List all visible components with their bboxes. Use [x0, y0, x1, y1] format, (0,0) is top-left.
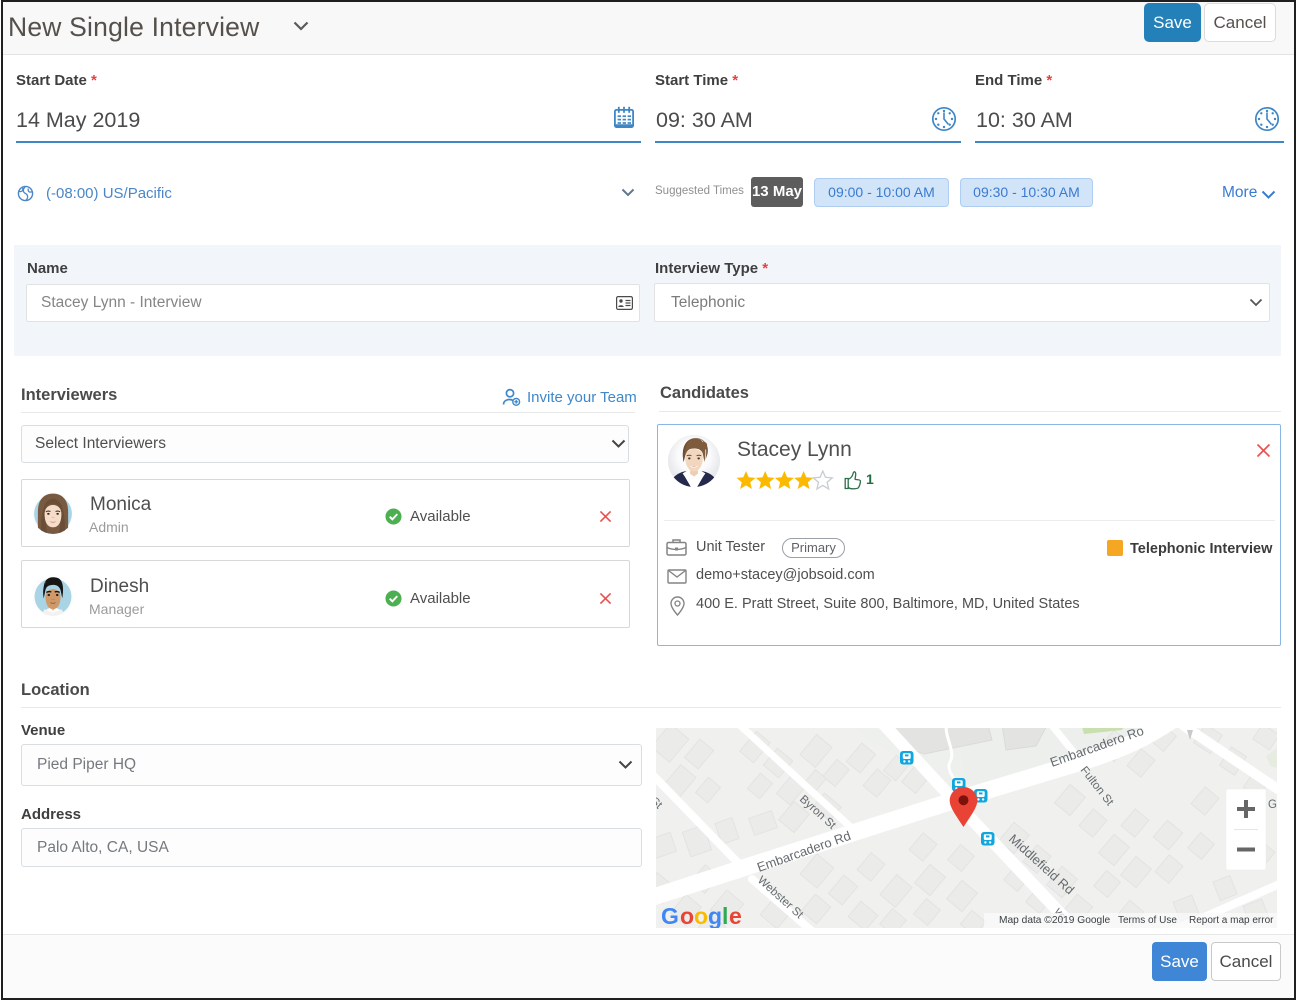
svg-text:o: o: [694, 903, 708, 928]
svg-text:o: o: [680, 903, 694, 928]
svg-text:e: e: [729, 903, 742, 928]
svg-text:G: G: [661, 903, 679, 928]
svg-text:Map data ©2019 Google: Map data ©2019 Google: [999, 915, 1110, 926]
svg-text:g: g: [708, 903, 722, 928]
svg-text:l: l: [722, 903, 728, 928]
svg-text:Terms of Use: Terms of Use: [1118, 915, 1177, 926]
svg-text:Report a map error: Report a map error: [1189, 915, 1274, 926]
svg-text:G: G: [1268, 799, 1277, 811]
